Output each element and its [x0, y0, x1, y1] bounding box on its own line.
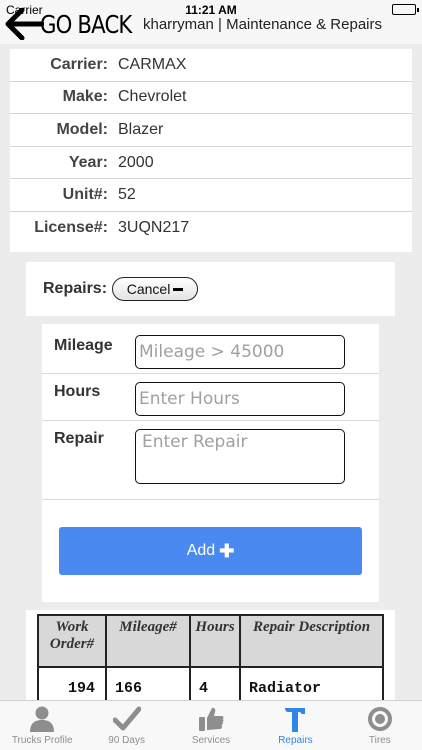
tab-services[interactable]: Services [169, 701, 253, 750]
tab-label: Services [191, 735, 231, 746]
repairs-header: Repairs: Cancel [26, 262, 395, 316]
hours-row: Hours [42, 374, 379, 421]
column-header-mileage: Mileage# [105, 614, 191, 668]
column-header-description: Repair Description [239, 614, 384, 668]
table-row: 194 166 4 Radiator [37, 666, 384, 700]
info-row-carrier: Carrier: CARMAX [10, 49, 412, 82]
mileage-row: Mileage [42, 324, 379, 374]
info-value: 3UQN217 [118, 219, 190, 237]
repair-input[interactable] [135, 429, 345, 484]
tab-label: Tires [368, 735, 391, 746]
user-icon [30, 706, 55, 732]
info-value: CARMAX [118, 55, 187, 73]
column-header-hours: Hours [189, 614, 241, 668]
main-content: Carrier: CARMAX Make: Chevrolet Model: B… [0, 44, 422, 700]
info-row-model: Model: Blazer [10, 114, 412, 147]
hours-input[interactable] [135, 382, 345, 416]
tab-tires[interactable]: Tires [338, 701, 422, 750]
info-label: Unit#: [62, 186, 108, 204]
repairs-label: Repairs: [43, 280, 108, 297]
add-label: Add [186, 542, 216, 559]
cell-hours: 4 [189, 666, 241, 700]
tab-90-days[interactable]: 90 Days [84, 701, 168, 750]
repair-label: Repair [54, 430, 104, 447]
repairs-table-container: Work Order# Mileage# Hours Repair Descri… [26, 610, 395, 700]
cancel-label: Cancel [126, 281, 171, 297]
info-value: Chevrolet [118, 88, 187, 106]
tab-trucks-profile[interactable]: Trucks Profile [0, 701, 84, 750]
info-row-make: Make: Chevrolet [10, 82, 412, 115]
tire-icon [367, 707, 392, 731]
battery-icon [392, 4, 419, 15]
back-arrow-icon [5, 8, 44, 40]
info-row-license: License#: 3UQN217 [10, 212, 412, 245]
minus-icon [173, 287, 184, 291]
app-header: Carrier 11:21 AM GO BACK kharryman | Mai… [0, 0, 422, 44]
info-label: Carrier: [50, 55, 108, 73]
info-row-year: Year: 2000 [10, 147, 412, 180]
info-value: 52 [118, 186, 136, 204]
info-label: Year: [68, 153, 108, 171]
cell-mileage: 166 [105, 666, 191, 700]
tab-bar: Trucks Profile 90 Days Services Repairs … [0, 700, 422, 750]
cell-work-order: 194 [37, 666, 107, 700]
tab-label: Repairs [278, 735, 313, 746]
mileage-label: Mileage [54, 337, 113, 354]
tab-label: 90 Days [108, 735, 145, 746]
tab-repairs[interactable]: Repairs [253, 701, 337, 750]
repairs-table: Work Order# Mileage# Hours Repair Descri… [37, 614, 384, 700]
back-label: GO BACK [40, 9, 132, 39]
hammer-icon [285, 708, 306, 732]
mileage-input[interactable] [135, 335, 345, 369]
thumbs-up-icon [199, 707, 224, 731]
info-value: Blazer [118, 120, 164, 138]
info-value: 2000 [118, 153, 154, 171]
info-label: License#: [34, 219, 108, 237]
column-header-work-order: Work Order# [37, 614, 107, 668]
tab-label: Trucks Profile [11, 735, 73, 746]
vehicle-info-card: Carrier: CARMAX Make: Chevrolet Model: B… [10, 49, 412, 252]
repair-row: Repair [42, 421, 379, 500]
add-button[interactable]: Add ✚ [59, 527, 362, 575]
plus-icon: ✚ [219, 540, 235, 561]
info-label: Make: [62, 88, 108, 106]
cell-description: Radiator [239, 666, 384, 700]
repair-form: Mileage Hours Repair Add ✚ [42, 324, 379, 602]
checkmark-icon [112, 706, 141, 731]
table-header-row: Work Order# Mileage# Hours Repair Descri… [37, 614, 384, 668]
page-title: kharryman | Maintenance & Repairs [142, 16, 382, 33]
info-label: Model: [56, 120, 108, 138]
hours-label: Hours [54, 383, 101, 400]
cancel-button[interactable]: Cancel [112, 277, 199, 301]
back-button[interactable]: GO BACK [4, 8, 148, 40]
info-row-unit: Unit#: 52 [10, 179, 412, 212]
